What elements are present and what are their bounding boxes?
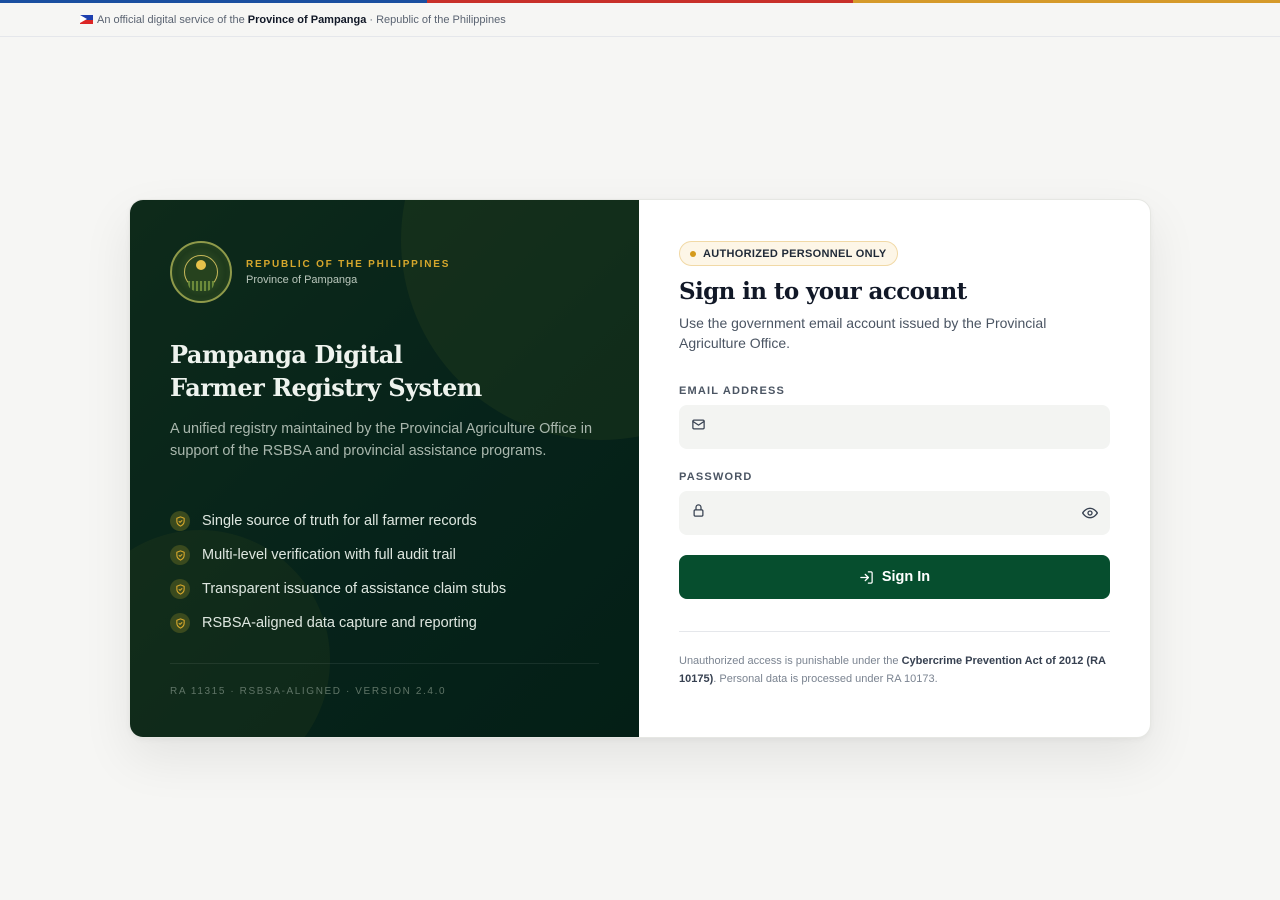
- feature-text: Multi-level verification with full audit…: [202, 547, 456, 563]
- legal-notice: Unauthorized access is punishable under …: [679, 652, 1110, 688]
- feature-text: Transparent issuance of assistance claim…: [202, 581, 507, 597]
- password-input[interactable]: [716, 491, 1082, 535]
- lock-icon: [691, 503, 706, 523]
- brand-kicker: REPUBLIC OF THE PHILIPPINES: [246, 258, 451, 270]
- feature-item: RSBSA-aligned data capture and reporting: [170, 606, 599, 640]
- provincial-seal-icon: [170, 241, 232, 303]
- legal-text: Unauthorized access is punishable under …: [679, 655, 899, 667]
- password-label: PASSWORD: [679, 471, 753, 483]
- feature-list: Single source of truth for all farmer re…: [170, 504, 599, 640]
- email-field-wrapper[interactable]: [679, 405, 1110, 449]
- login-card: REPUBLIC OF THE PHILIPPINES Province of …: [129, 199, 1151, 738]
- badge-text: AUTHORIZED PERSONNEL ONLY: [703, 247, 887, 260]
- feature-item: Single source of truth for all farmer re…: [170, 504, 599, 538]
- email-label: EMAIL ADDRESS: [679, 385, 786, 397]
- brand-subtitle: Province of Pampanga: [246, 273, 358, 286]
- login-icon: [860, 570, 873, 584]
- shield-check-icon: [170, 545, 190, 565]
- banner-suffix: · Republic of the Philippines: [369, 13, 506, 26]
- form-divider: [679, 631, 1110, 632]
- system-description: A unified registry maintained by the Pro…: [170, 421, 593, 459]
- sign-in-label: Sign In: [881, 569, 931, 585]
- version-footer: RA 11315 · RSBSA-ALIGNED · VERSION 2.4.0: [170, 686, 447, 697]
- email-input[interactable]: [716, 405, 1098, 449]
- eye-icon[interactable]: [1082, 505, 1098, 521]
- mail-icon: [691, 417, 706, 437]
- info-panel: REPUBLIC OF THE PHILIPPINES Province of …: [130, 200, 639, 737]
- banner-province: Province of Pampanga: [247, 13, 367, 26]
- system-title-line: Farmer Registry System: [170, 373, 482, 402]
- panel-divider: [170, 663, 599, 664]
- system-title: Pampanga Digital Farmer Registry System: [170, 338, 599, 404]
- philippine-flag-icon: [80, 15, 93, 24]
- system-title-line: Pampanga Digital: [170, 340, 403, 369]
- legal-text: . Personal data is processed under RA 10…: [713, 673, 938, 685]
- feature-item: Multi-level verification with full audit…: [170, 538, 599, 572]
- feature-text: Single source of truth for all farmer re…: [202, 513, 477, 529]
- password-field-wrapper[interactable]: [679, 491, 1110, 535]
- feature-item: Transparent issuance of assistance claim…: [170, 572, 599, 606]
- shield-check-icon: [170, 579, 190, 599]
- login-form-panel: AUTHORIZED PERSONNEL ONLY Sign in to you…: [639, 200, 1150, 737]
- banner-prefix: An official digital service of the: [97, 13, 245, 26]
- shield-check-icon: [170, 613, 190, 633]
- form-title: Sign in to your account: [679, 278, 967, 305]
- shield-check-icon: [170, 511, 190, 531]
- sign-in-button[interactable]: Sign In: [679, 555, 1110, 599]
- status-dot-icon: [690, 250, 696, 257]
- authorized-badge: AUTHORIZED PERSONNEL ONLY: [679, 241, 898, 266]
- brand: REPUBLIC OF THE PHILIPPINES Province of …: [170, 240, 599, 304]
- official-banner: An official digital service of the Provi…: [0, 3, 1280, 37]
- form-subtitle: Use the government email account issued …: [679, 315, 1047, 351]
- decor-circle: [401, 200, 639, 440]
- feature-text: RSBSA-aligned data capture and reporting: [202, 615, 477, 631]
